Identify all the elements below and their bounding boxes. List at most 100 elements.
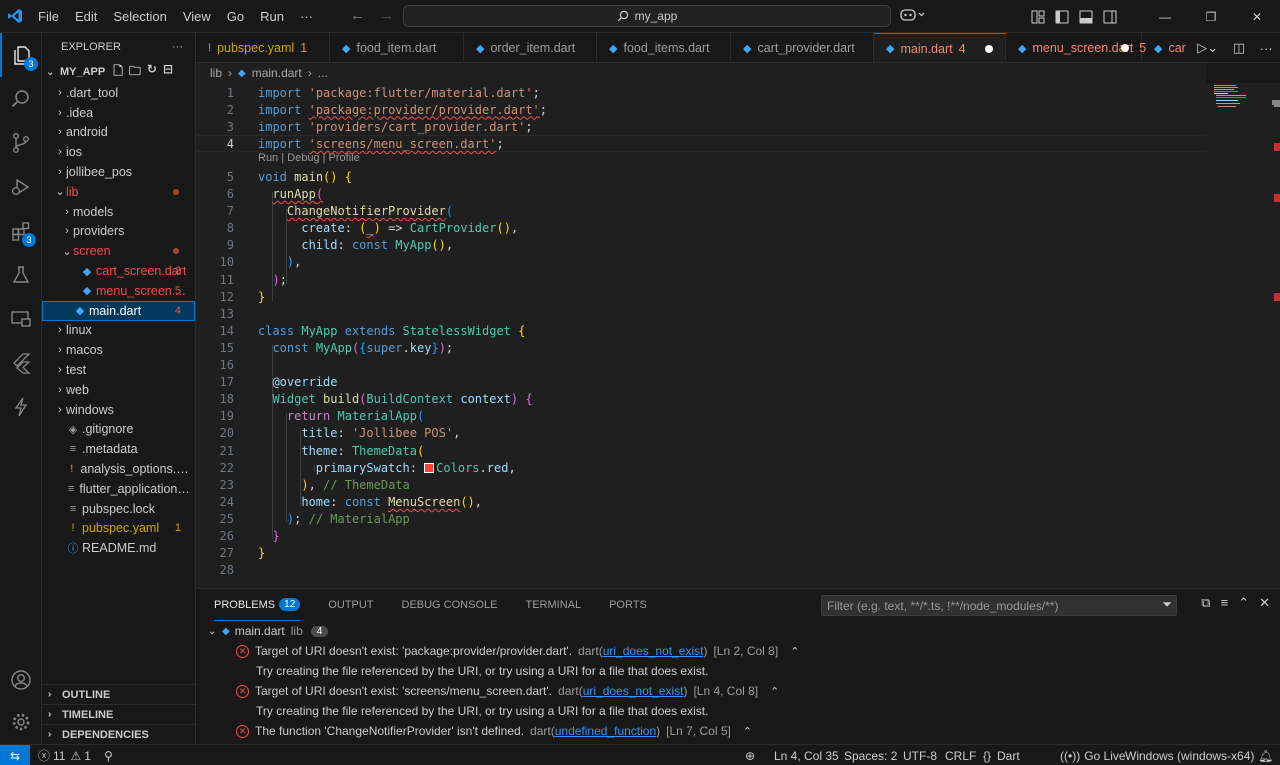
tree-item[interactable]: ⌄ lib (42, 182, 195, 202)
customize-layout-icon[interactable] (1026, 0, 1050, 33)
tree-item[interactable]: › .dart_tool (42, 83, 195, 103)
panel-tab-ports[interactable]: PORTS (609, 589, 647, 621)
more-actions-icon[interactable]: ··· (1260, 41, 1273, 56)
chevron-up-icon[interactable]: ⌃ (743, 725, 752, 738)
code-line[interactable]: 15 const MyApp({super.key}); (196, 339, 1206, 356)
tree-item[interactable]: ◆ main.dart 4 (42, 300, 195, 321)
code-line[interactable]: 25 ); // MaterialApp (196, 510, 1206, 527)
go-live[interactable]: ((•)) Go Live (1060, 745, 1126, 765)
search-view-icon[interactable] (0, 77, 42, 121)
code-line[interactable]: 18 Widget build(BuildContext context) { (196, 391, 1206, 408)
menu-item-go[interactable]: Go (219, 0, 252, 33)
menu-item-edit[interactable]: Edit (67, 0, 105, 33)
code-line[interactable]: 3 import 'providers/cart_provider.dart'; (196, 118, 1206, 135)
toggle-primary-sidebar-icon[interactable] (1050, 0, 1074, 33)
notifications-bell-icon[interactable]: 🔔︎ (1258, 745, 1273, 765)
code-line[interactable]: 2 import 'package:provider/provider.dart'… (196, 101, 1206, 118)
section-dependencies[interactable]: › DEPENDENCIES (42, 724, 196, 744)
problem-item[interactable]: ✕ The function 'ChangeNotifierProvider' i… (236, 721, 752, 741)
code-line[interactable]: 10 ), (196, 254, 1206, 271)
tree-item[interactable]: ◆ cart_screen.dart 2 (42, 261, 195, 281)
explorer-icon[interactable]: 3 (0, 33, 42, 77)
tab-food-items-dart[interactable]: ◆ food_items.dart (597, 33, 731, 62)
tab-order-item-dart[interactable]: ◆ order_item.dart (464, 33, 597, 62)
code-line[interactable]: 12} (196, 288, 1206, 305)
tree-item[interactable]: ! pubspec.yaml 1 (42, 519, 195, 539)
problem-code-link[interactable]: uri_does_not_exist (603, 644, 704, 658)
remote-indicator-icon[interactable]: ⇆ (0, 745, 30, 765)
lightning-icon[interactable] (0, 385, 42, 429)
tree-item[interactable]: ≡ pubspec.lock (42, 499, 195, 519)
filter-icon[interactable]: ⏷ (1162, 597, 1172, 612)
tree-item[interactable]: ! analysis_options.yaml (42, 459, 195, 479)
tree-item[interactable]: › android (42, 123, 195, 143)
copy-icon[interactable]: ⧉ (1201, 595, 1210, 611)
code-line[interactable]: 19 return MaterialApp( (196, 408, 1206, 425)
go-back-icon[interactable]: ← (350, 7, 365, 24)
new-folder-icon[interactable]: 🗀 (129, 62, 141, 83)
menu-item-run[interactable]: Run (252, 0, 292, 33)
toggle-secondary-sidebar-icon[interactable] (1098, 0, 1122, 33)
toggle-panel-icon[interactable] (1074, 0, 1098, 33)
tree-item[interactable]: ◆ menu_screen.... 5 (42, 281, 195, 301)
panel-tab-debug-console[interactable]: DEBUG CONSOLE (402, 589, 498, 621)
tree-item[interactable]: ≡ flutter_application_3.i... (42, 479, 195, 499)
tree-item[interactable]: ⓘ README.md (42, 538, 195, 558)
problem-item[interactable]: ✕ Target of URI doesn't exist: 'package:p… (236, 641, 799, 661)
problem-item[interactable]: ✕ Target of URI doesn't exist: 'screens/m… (236, 681, 779, 701)
chevron-up-icon[interactable]: ⌃ (790, 645, 799, 658)
explorer-more-icon[interactable]: ··· (172, 41, 183, 53)
unsaved-dot-icon[interactable] (985, 44, 993, 53)
code-line[interactable]: 7 ChangeNotifierProvider( (196, 203, 1206, 220)
flutter-device[interactable]: Windows (windows-x64) (1125, 745, 1254, 765)
code-line[interactable]: 6 runApp( (196, 186, 1206, 203)
panel-tab-terminal[interactable]: TERMINAL (525, 589, 581, 621)
minimize-icon[interactable]: — (1142, 0, 1188, 33)
tab-pubspec-yaml[interactable]: ! pubspec.yaml 1 (196, 33, 330, 62)
code-line[interactable]: 8 create: (_) => CartProvider(), (196, 220, 1206, 237)
section-timeline[interactable]: › TIMELINE (42, 704, 196, 724)
codelens-run-debug-profile[interactable]: Run | Debug | Profile (258, 152, 360, 164)
code-line[interactable]: 13 (196, 305, 1206, 322)
command-center-search[interactable]: my_app (403, 5, 891, 27)
code-line[interactable]: 27} (196, 545, 1206, 562)
problem-code-link[interactable]: uri_does_not_exist (583, 684, 684, 698)
breadcrumb-symbol[interactable]: ... (318, 66, 328, 80)
code-line[interactable]: 23 ), // ThemeData (196, 476, 1206, 493)
cursor-position[interactable]: Ln 4, Col 35 (774, 745, 839, 765)
code-line[interactable]: 9 child: const MyApp(), (196, 237, 1206, 254)
problem-code-link[interactable]: undefined_function (555, 724, 656, 738)
tab-cart-provider-dart[interactable]: ◆ cart_provider.dart (731, 33, 874, 62)
extensions-icon[interactable]: 3 (0, 209, 42, 253)
menu-item-file[interactable]: File (30, 0, 67, 33)
minimap[interactable] (1206, 83, 1280, 588)
tab-main-dart[interactable]: ◆ main.dart 4 (874, 33, 1006, 62)
code-line[interactable]: 11 ); (196, 271, 1206, 288)
tree-item[interactable]: › models (42, 202, 195, 222)
split-editor-icon[interactable]: ◫ (1233, 40, 1245, 56)
code-line[interactable]: 24 home: const MenuScreen(), (196, 493, 1206, 510)
code-editor[interactable]: Run | Debug | Profile 1 import 'package:f… (196, 83, 1280, 588)
code-line[interactable]: 26 } (196, 528, 1206, 545)
breadcrumb-file[interactable]: main.dart (252, 66, 302, 80)
color-swatch-icon[interactable] (424, 462, 435, 473)
refresh-icon[interactable]: ↻ (147, 62, 157, 83)
tree-item[interactable]: › linux (42, 321, 195, 341)
code-line[interactable]: 16 (196, 357, 1206, 374)
workspace-folder[interactable]: ⌄ MY_APP 🗋 🗀 ↻ ⊟ (42, 61, 195, 83)
tree-item[interactable]: › jollibee_pos (42, 162, 195, 182)
problems-filter-input[interactable]: Filter (e.g. text, **/*.ts, !**/node_mod… (821, 595, 1177, 616)
code-line[interactable]: 21 theme: ThemeData( (196, 442, 1206, 459)
menu-item-selection[interactable]: Selection (105, 0, 174, 33)
menu-item-view[interactable]: View (175, 0, 219, 33)
tree-item[interactable]: › windows (42, 400, 195, 420)
panel-tab-output[interactable]: OUTPUT (328, 589, 373, 621)
language-mode[interactable]: {} Dart (983, 745, 1020, 765)
new-file-icon[interactable]: 🗋 (113, 62, 123, 83)
tree-item[interactable]: ⌄ screen (42, 241, 195, 261)
section-outline[interactable]: › OUTLINE (42, 684, 196, 704)
code-line[interactable]: 4 import 'screens/menu_screen.dart'; (196, 135, 1206, 153)
chevron-up-icon[interactable]: ⌃ (770, 685, 779, 698)
accounts-icon[interactable] (0, 658, 42, 702)
tree-item[interactable]: › providers (42, 222, 195, 242)
